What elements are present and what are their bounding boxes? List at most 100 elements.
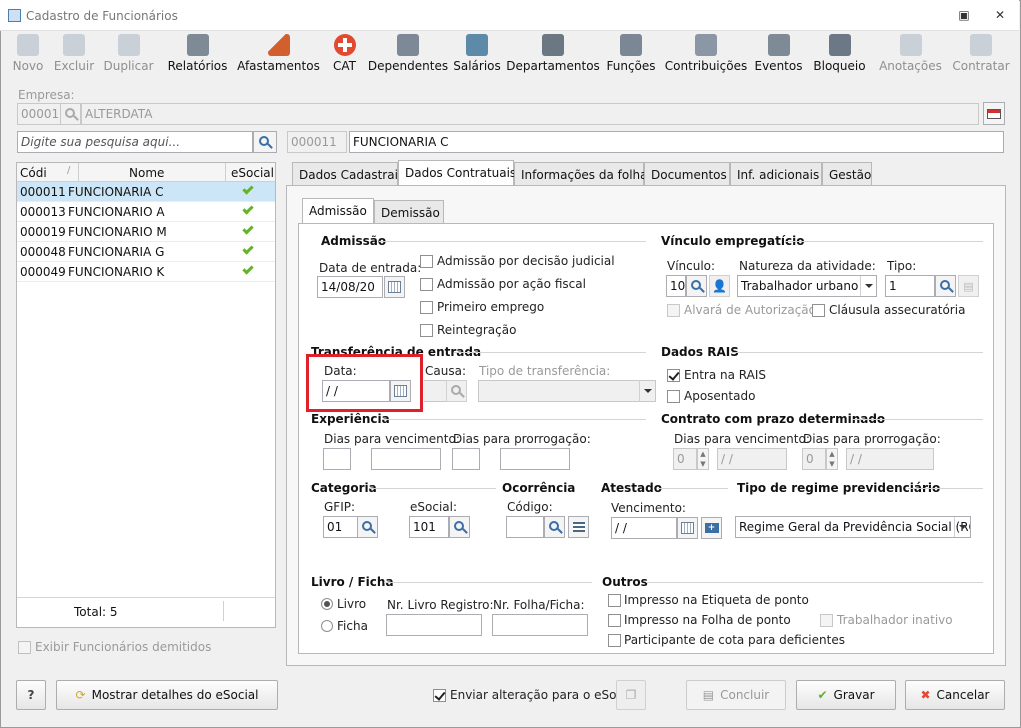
chevron-down-icon[interactable] [639, 380, 655, 402]
tab-gestao[interactable]: Gestão [822, 162, 872, 186]
spin-icon[interactable]: ▲ ▼ [697, 448, 709, 470]
exp-venc-spin[interactable] [351, 448, 363, 470]
tipo-add-button[interactable]: ▤ [958, 275, 979, 297]
gfip-field[interactable]: 01 [323, 516, 358, 538]
checkbox[interactable] [608, 633, 621, 647]
alvara-checkbox[interactable]: Alvará de Autorização [667, 303, 816, 317]
help-button[interactable]: ? [16, 680, 46, 710]
esocial-cat-search-button[interactable] [449, 516, 470, 538]
tab-documentos[interactable]: Documentos [644, 162, 730, 186]
nr-livro-field[interactable] [386, 614, 482, 636]
table-row[interactable]: 000011 FUNCIONARIA C [17, 182, 275, 202]
gfip-search-button[interactable] [357, 516, 378, 538]
toolbar-cat-button[interactable]: CAT [322, 34, 367, 78]
atestado-venc-field[interactable]: / / [611, 517, 677, 539]
table-row[interactable]: 000019 FUNCIONARIO M [17, 222, 275, 242]
table-row[interactable]: 000048 FUNCIONARIA G [17, 242, 275, 262]
outros-checkbox-1[interactable]: Impresso na Folha de ponto [608, 613, 791, 627]
outros-checkbox-0[interactable]: Impresso na Etiqueta de ponto [608, 593, 809, 607]
toolbar-anotacoes-button[interactable]: Anotações [873, 34, 948, 78]
causa-search-button[interactable] [446, 380, 467, 402]
send-esocial-checkbox[interactable]: Enviar alteração para o eSocial [433, 688, 637, 702]
restore-window-icon[interactable]: ▣ [956, 8, 972, 22]
aposentado-checkbox[interactable]: Aposentado [667, 389, 755, 403]
checkbox[interactable] [420, 254, 433, 268]
tab-dados-cadastrais[interactable]: Dados Cadastrais [292, 162, 404, 186]
column-name[interactable]: Nome [129, 166, 164, 180]
contrato-venc-field[interactable]: 0 [673, 448, 697, 470]
toolbar-departamentos-button[interactable]: Departamentos [505, 34, 601, 78]
empresa-card-button[interactable] [983, 102, 1005, 125]
inativo-checkbox[interactable]: Trabalhador inativo [820, 613, 953, 627]
toolbar-relatorios-button[interactable]: Relatórios [160, 34, 235, 78]
codigo-search-button[interactable] [544, 516, 565, 538]
contrato-prorrog-date[interactable]: / / [846, 448, 934, 470]
livro-radio[interactable]: Livro [321, 597, 366, 611]
search-input[interactable]: Digite sua pesquisa aqui... [17, 131, 253, 153]
atestado-add-button[interactable]: + [701, 517, 722, 539]
spin-icon[interactable]: ▲ ▼ [826, 448, 838, 470]
data-entrada-field[interactable]: 14/08/20 [317, 276, 383, 298]
chevron-down-icon[interactable] [860, 276, 876, 296]
subtab-admissao[interactable]: Admissão [302, 198, 374, 224]
checkbox[interactable] [420, 323, 433, 337]
esocial-cat-field[interactable]: 101 [409, 516, 449, 538]
column-esocial[interactable]: eSocial [231, 166, 274, 180]
table-row[interactable]: 000049 FUNCIONARIO K [17, 262, 275, 282]
admissao-checkbox-1[interactable]: Admissão por ação fiscal [420, 277, 586, 291]
causa-field[interactable] [424, 380, 448, 402]
toolbar-novo-button[interactable]: Novo [5, 34, 51, 78]
toolbar-bloqueio-button[interactable]: Bloqueio [806, 34, 873, 78]
table-row[interactable]: 000013 FUNCIONARIO A [17, 202, 275, 222]
atestado-calendar-button[interactable] [677, 517, 698, 539]
checkbox[interactable] [420, 300, 433, 314]
contrato-prorrog-field[interactable]: 0 [802, 448, 826, 470]
toolbar-afastamentos-button[interactable]: Afastamentos [235, 34, 322, 78]
empresa-search-button[interactable] [60, 103, 81, 125]
show-esocial-details-button[interactable]: ⟳ Mostrar detalhes do eSocial [56, 680, 278, 710]
esocial-send-button[interactable]: ❐ [616, 680, 646, 710]
gravar-button[interactable]: ✔ Gravar [796, 680, 896, 710]
checkbox[interactable] [608, 593, 621, 607]
toolbar-salarios-button[interactable]: Salários [449, 34, 505, 78]
chevron-down-icon[interactable] [954, 517, 970, 537]
checkbox[interactable] [18, 640, 31, 654]
outros-checkbox-2[interactable]: Participante de cota para deficientes [608, 633, 845, 647]
admissao-checkbox-2[interactable]: Primeiro emprego [420, 300, 544, 314]
toolbar-excluir-button[interactable]: Excluir [51, 34, 97, 78]
codigo-list-button[interactable] [568, 516, 589, 538]
concluir-button[interactable]: ▤ Concluir [686, 680, 786, 710]
nr-folha-field[interactable] [492, 614, 588, 636]
exp-venc-field[interactable] [323, 448, 351, 470]
tab-inf-adicionais[interactable]: Inf. adicionais [730, 162, 822, 186]
cancelar-button[interactable]: ✖ Cancelar [905, 680, 1005, 710]
toolbar-dependentes-button[interactable]: Dependentes [367, 34, 449, 78]
close-window-icon[interactable]: ✕ [992, 8, 1008, 22]
natureza-select[interactable]: Trabalhador urbano [737, 275, 877, 297]
exp-prorrog-date[interactable] [500, 448, 570, 470]
clausula-checkbox[interactable]: Cláusula assecuratória [812, 303, 965, 317]
exp-prorrog-spin[interactable] [480, 448, 492, 470]
data-entrada-calendar-button[interactable] [384, 276, 405, 298]
tab-informacoes-folha[interactable]: Informações da folha [514, 162, 648, 186]
toolbar-contribuicoes-button[interactable]: Contribuições [661, 34, 751, 78]
empresa-code-field[interactable]: 00001 [17, 103, 61, 125]
regime-select[interactable]: Regime Geral da Previdência Social (RGP [735, 516, 971, 538]
toolbar-contratar-button[interactable]: Contratar [948, 34, 1014, 78]
employee-code-field[interactable]: 000011 [287, 131, 347, 153]
checkbox[interactable] [608, 613, 621, 627]
exp-venc-date[interactable] [371, 448, 441, 470]
subtab-demissao[interactable]: Demissão [374, 200, 444, 224]
vinculo-add-button[interactable]: 👤 [709, 275, 730, 297]
vinculo-field[interactable]: 10 [666, 275, 686, 297]
empresa-name-field[interactable]: ALTERDATA [81, 103, 979, 125]
tipo-search-button[interactable] [935, 275, 956, 297]
search-button[interactable] [253, 131, 277, 153]
contrato-venc-date[interactable]: / / [717, 448, 787, 470]
toolbar-eventos-button[interactable]: Eventos [751, 34, 806, 78]
exp-prorrog-field[interactable] [452, 448, 480, 470]
toolbar-funcoes-button[interactable]: Funções [601, 34, 661, 78]
ficha-radio[interactable]: Ficha [321, 619, 368, 633]
vinculo-search-button[interactable] [686, 275, 707, 297]
checkbox[interactable] [420, 277, 433, 291]
